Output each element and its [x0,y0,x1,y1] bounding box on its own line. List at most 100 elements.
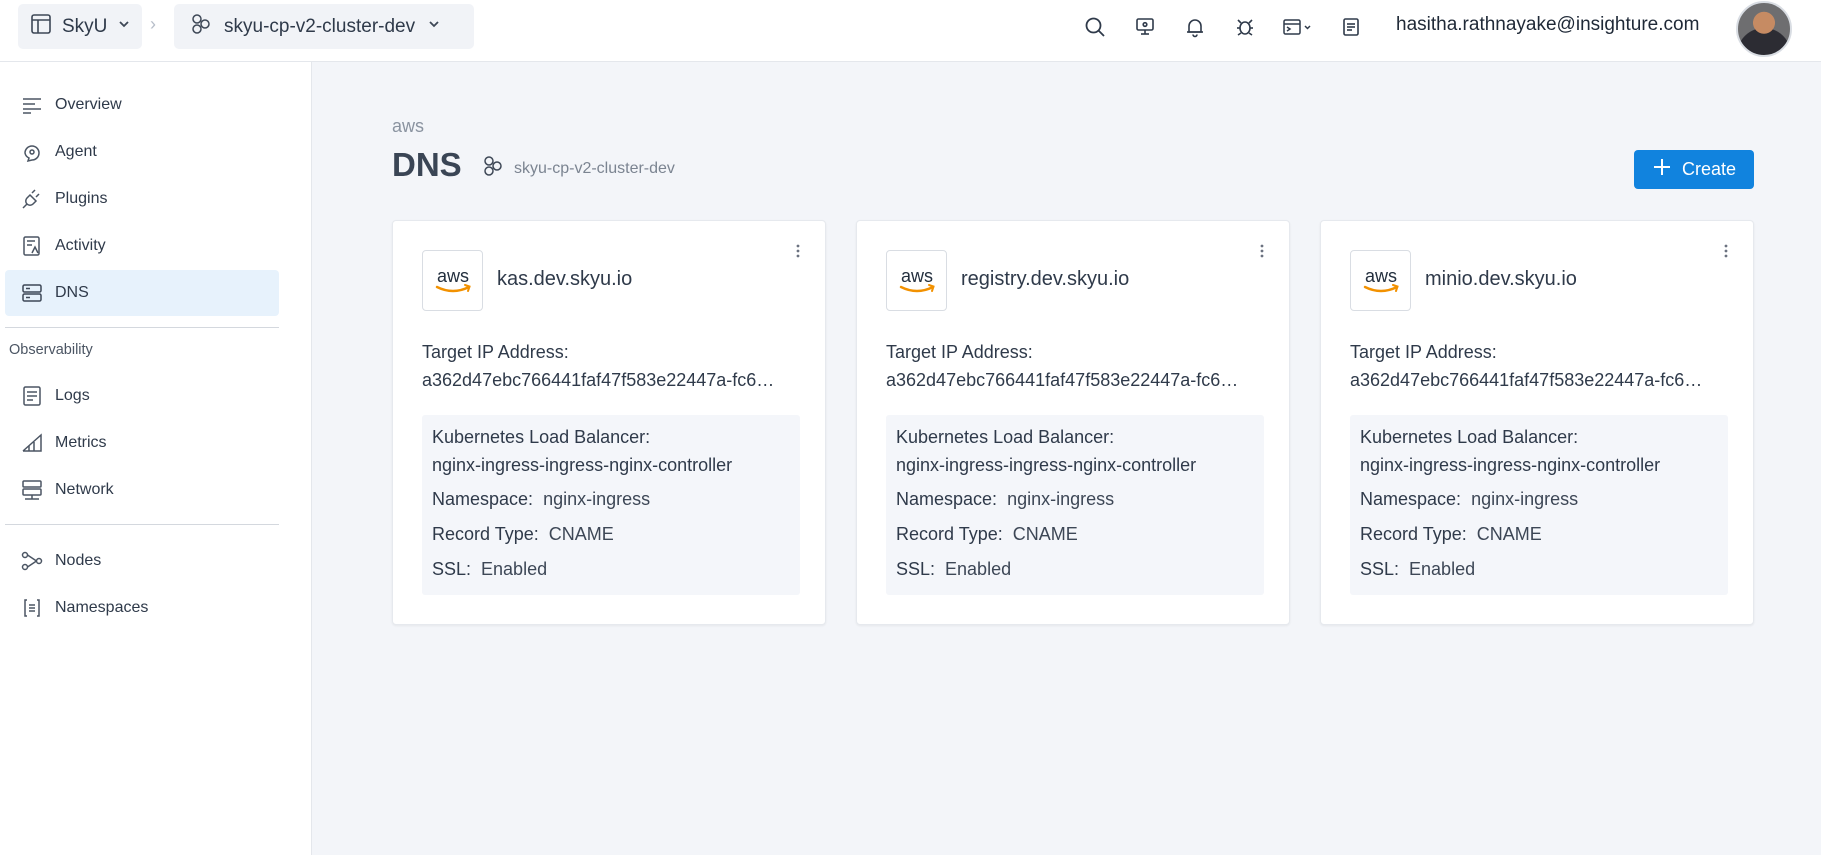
sidebar-item-label: Activity [55,237,106,254]
org-switcher[interactable]: SkyU [18,4,142,49]
create-button[interactable]: Create [1634,150,1754,189]
create-button-label: Create [1681,159,1737,179]
sidebar-item-namespaces[interactable]: Namespaces [5,585,279,631]
sidebar-item-label: DNS [55,284,89,301]
record-type-value: CNAME [1012,524,1078,544]
target-ip-label: Target IP Address: [886,342,1033,362]
record-type-value: CNAME [548,524,614,544]
divider [5,524,279,525]
activity-icon [21,235,43,257]
namespace-row: Namespace: nginx-ingress [1360,489,1578,510]
k8s-lb-value: nginx-ingress-ingress-nginx-controller [896,455,1197,475]
cluster-icon [190,13,212,40]
sidebar-item-dns[interactable]: DNS [5,270,279,316]
namespace-row: Namespace: nginx-ingress [896,489,1114,510]
cluster-switcher[interactable]: skyu-cp-v2-cluster-dev [174,4,474,49]
avatar[interactable] [1736,1,1792,57]
target-ip-value: a362d47ebc766441faf47f583e22447a-fc6… [1350,370,1703,390]
ssl-value: Enabled [1409,559,1476,579]
more-vertical-icon[interactable] [1719,241,1733,261]
org-name: SkyU [62,15,108,37]
ssl-row: SSL: Enabled [896,559,1011,580]
sidebar-item-activity[interactable]: Activity [5,223,279,269]
plus-icon [1652,157,1672,182]
ssl-row: SSL: Enabled [432,559,547,580]
sidebar-item-network[interactable]: Network [5,467,279,513]
bell-icon[interactable] [1180,10,1210,44]
ssl-row: SSL: Enabled [1360,559,1475,580]
namespaces-icon [21,597,43,619]
chevron-right-icon: › [150,14,156,34]
k8s-lb-value: nginx-ingress-ingress-nginx-controller [1360,455,1661,475]
dns-host[interactable]: minio.dev.skyu.io [1425,268,1577,291]
cluster-icon [482,155,504,182]
namespace-label: Namespace: [432,489,534,509]
ssl-value: Enabled [945,559,1012,579]
svg-text:aws: aws [1364,266,1396,286]
target-ip-value: a362d47ebc766441faf47f583e22447a-fc6… [422,370,775,390]
nodes-icon [21,550,43,572]
sidebar-item-label: Nodes [55,552,102,569]
sidebar-item-label: Plugins [55,190,108,207]
record-type-row: Record Type: CNAME [1360,524,1542,545]
table-icon [30,13,52,40]
sidebar-item-logs[interactable]: Logs [5,373,279,419]
more-vertical-icon[interactable] [791,241,805,261]
k8s-lb-label: Kubernetes Load Balancer: [1360,427,1579,447]
ssl-value: Enabled [481,559,548,579]
top-bar: SkyU › skyu-cp-v2-cluster-dev hasitha.ra… [0,0,1821,62]
sidebar-item-label: Namespaces [55,599,149,616]
aws-logo: aws [886,250,947,311]
target-ip-label: Target IP Address: [422,342,569,362]
dns-host[interactable]: registry.dev.skyu.io [961,268,1129,291]
title-cluster-name: skyu-cp-v2-cluster-dev [514,159,675,177]
section-label-observability: Observability [9,342,93,358]
sidebar-item-plugins[interactable]: Plugins [5,176,279,222]
k8s-lb-label: Kubernetes Load Balancer: [432,427,651,447]
dns-card: aws minio.dev.skyu.io Target IP Address:… [1320,220,1754,625]
provider-label: aws [392,116,425,136]
svg-text:aws: aws [900,266,932,286]
namespace-value: nginx-ingress [543,489,651,509]
target-ip-label: Target IP Address: [1350,342,1497,362]
sidebar-item-metrics[interactable]: Metrics [5,420,279,466]
ssl-label: SSL: [432,559,472,579]
sidebar-item-nodes[interactable]: Nodes [5,538,279,584]
chevron-down-icon [117,17,131,36]
namespace-row: Namespace: nginx-ingress [432,489,650,510]
details-panel: Kubernetes Load Balancer: nginx-ingress-… [1350,415,1728,595]
record-type-label: Record Type: [896,524,1003,544]
more-vertical-icon[interactable] [1255,241,1269,261]
agent-icon [21,141,43,163]
namespace-label: Namespace: [1360,489,1462,509]
details-panel: Kubernetes Load Balancer: nginx-ingress-… [886,415,1264,595]
record-type-row: Record Type: CNAME [896,524,1078,545]
sidebar: Overview Agent Plugins Activity DNS Obse… [0,62,312,855]
sidebar-item-label: Logs [55,387,90,404]
chevron-down-icon [427,17,441,36]
k8s-lb-value: nginx-ingress-ingress-nginx-controller [432,455,733,475]
sidebar-item-label: Network [55,481,114,498]
sidebar-item-agent[interactable]: Agent [5,129,279,175]
top-icon-bar [1080,10,1366,44]
ssl-label: SSL: [896,559,936,579]
terminal-icon[interactable] [1280,10,1316,44]
namespace-value: nginx-ingress [1471,489,1579,509]
dns-host[interactable]: kas.dev.skyu.io [497,268,632,291]
svg-text:aws: aws [436,266,468,286]
aws-logo: aws [1350,250,1411,311]
sidebar-item-label: Agent [55,143,97,160]
dns-card: aws registry.dev.skyu.io Target IP Addre… [856,220,1290,625]
monitor-icon[interactable] [1130,10,1160,44]
aws-logo: aws [422,250,483,311]
record-type-label: Record Type: [432,524,539,544]
sidebar-item-label: Metrics [55,434,107,451]
sidebar-item-label: Overview [55,96,122,113]
document-icon[interactable] [1336,10,1366,44]
target-ip-value: a362d47ebc766441faf47f583e22447a-fc6… [886,370,1239,390]
user-email[interactable]: hasitha.rathnayake@insighture.com [1396,14,1699,36]
sidebar-item-overview[interactable]: Overview [5,82,279,128]
search-icon[interactable] [1080,10,1110,44]
ssl-label: SSL: [1360,559,1400,579]
bug-icon[interactable] [1230,10,1260,44]
